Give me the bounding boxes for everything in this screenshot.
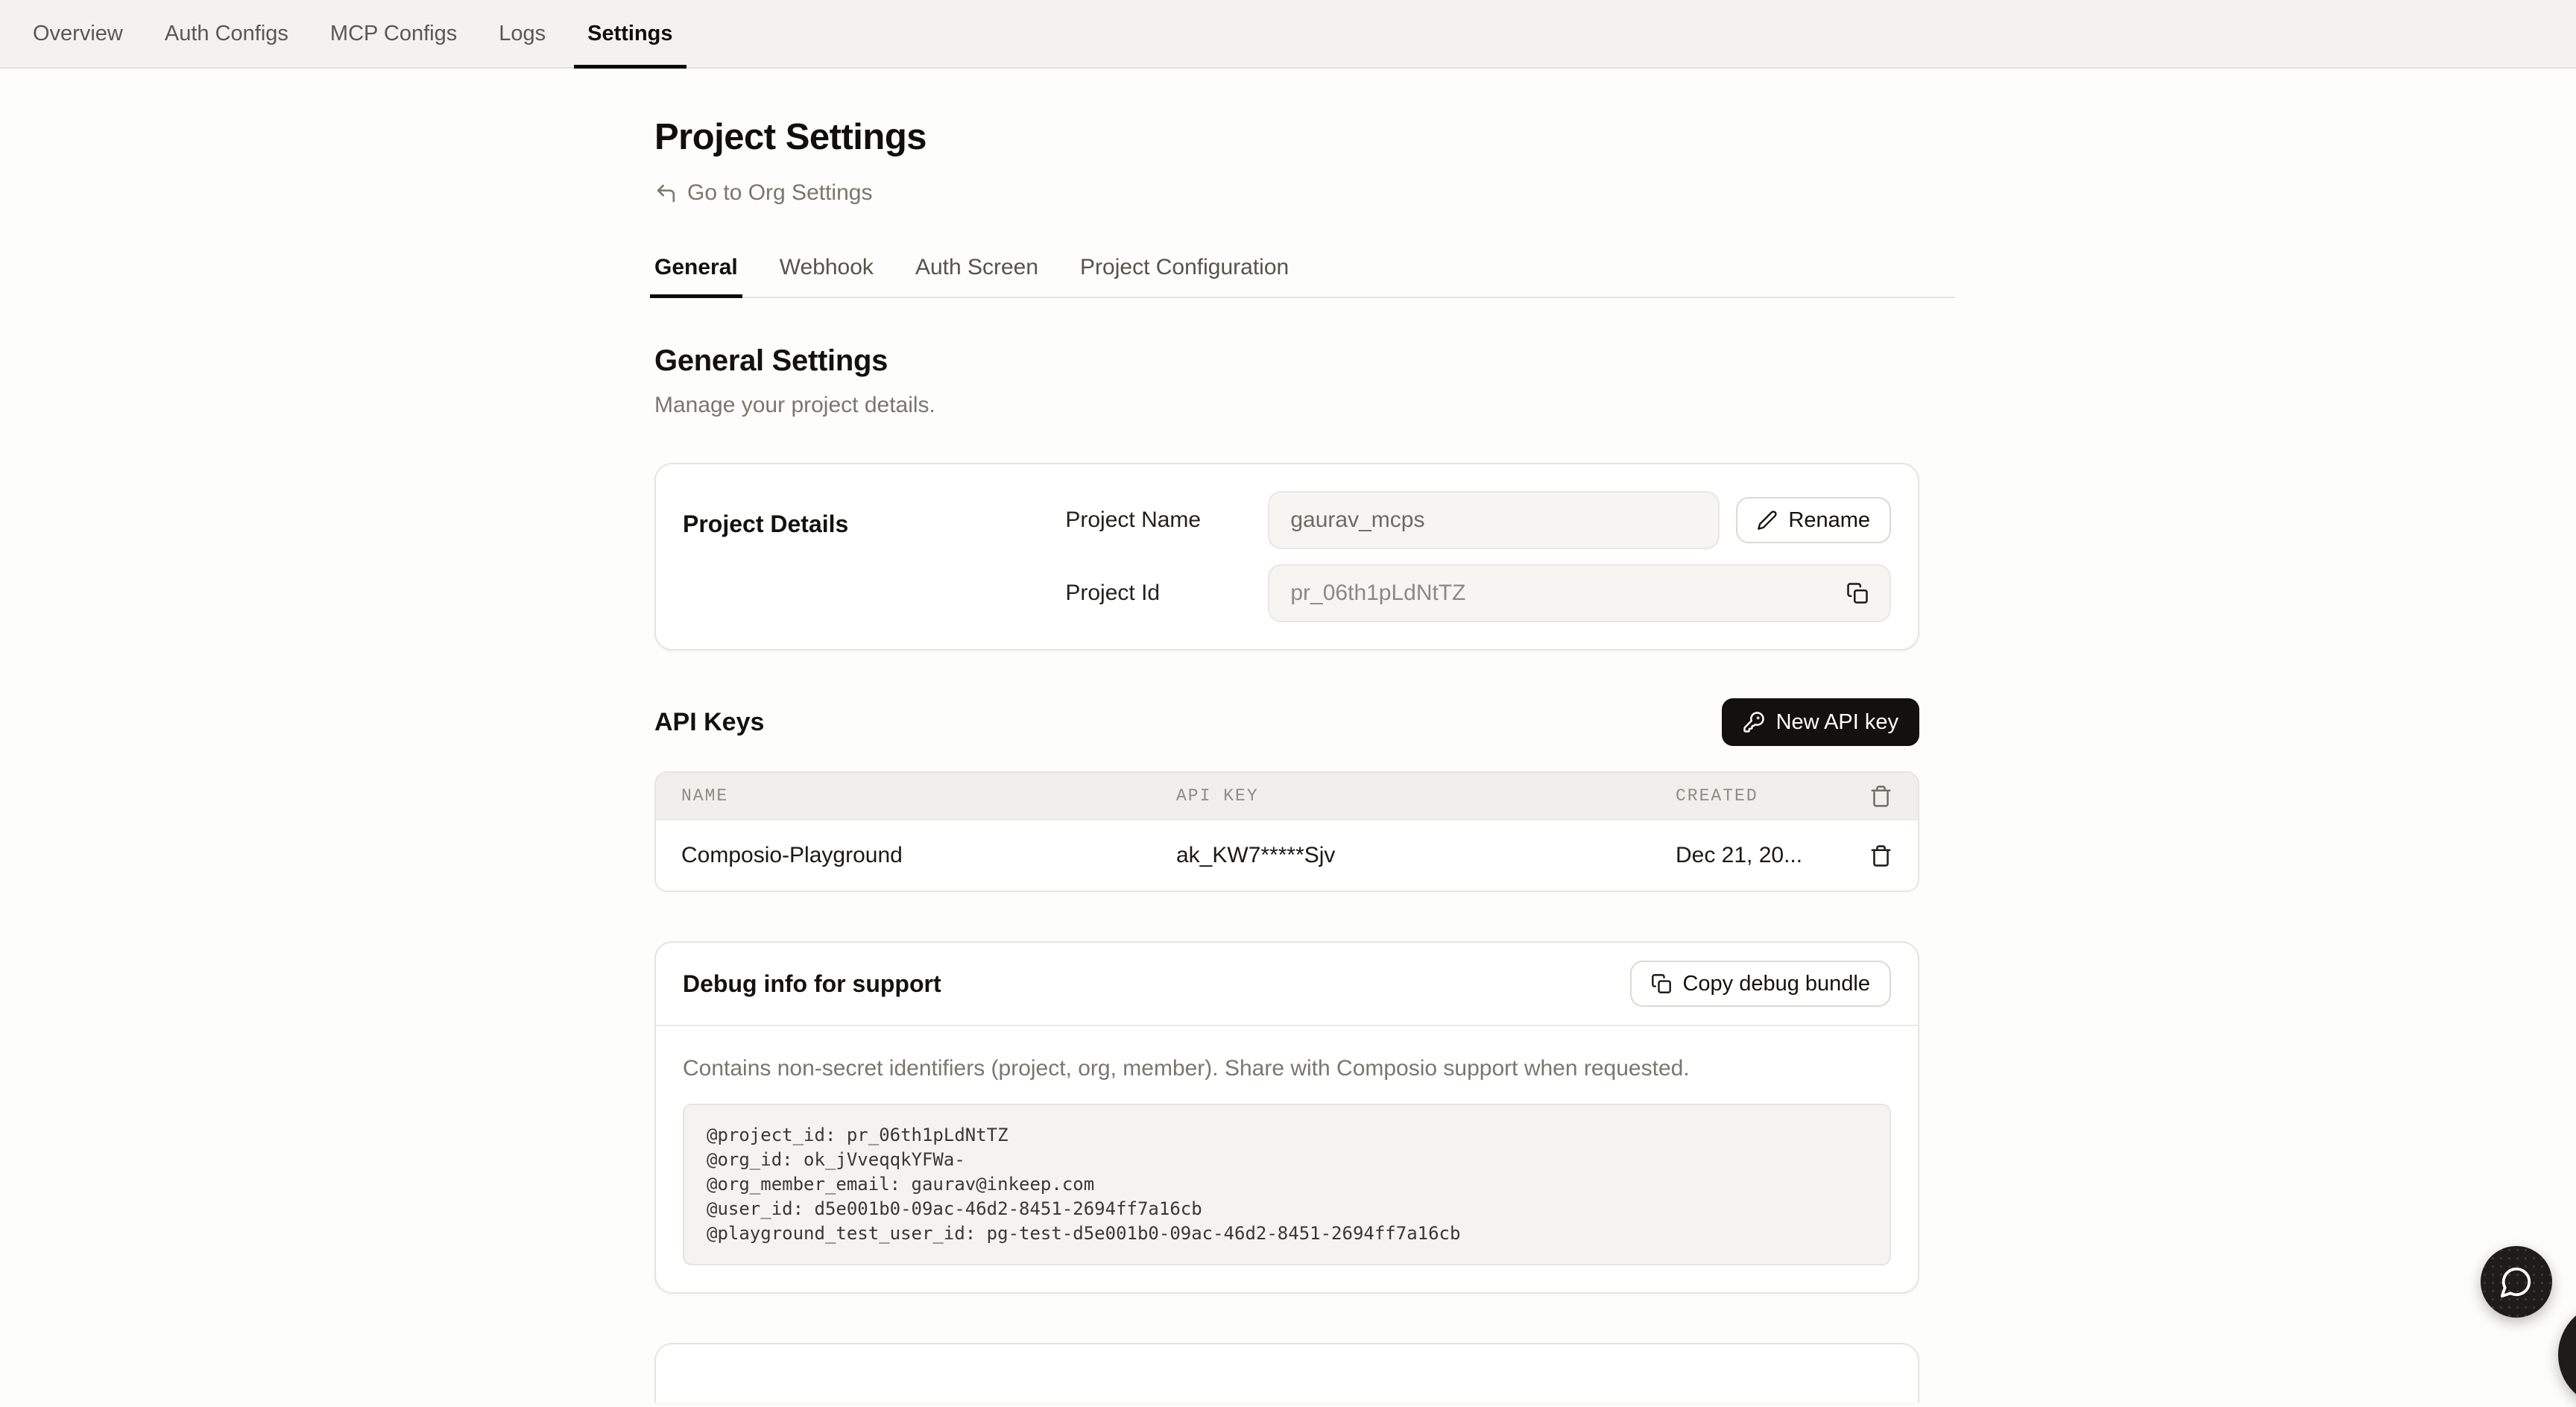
project-details-title: Project Details <box>683 491 1065 622</box>
api-keys-table: NAME API KEY CREATED Composio-Playground… <box>654 771 1919 892</box>
project-name-input[interactable] <box>1290 508 1697 533</box>
new-api-key-button[interactable]: New API key <box>1722 698 1919 746</box>
next-section-card-partial <box>654 1343 1919 1403</box>
nav-item-overview[interactable]: Overview <box>19 0 136 67</box>
api-keys-header: API Keys New API key <box>654 698 1919 746</box>
project-id-row: Project Id <box>1065 564 1891 622</box>
code-line: @project_id: pr_06th1pLdNtTZ <box>707 1123 1867 1148</box>
corner-up-left-icon <box>654 182 678 205</box>
delete-api-key-button[interactable] <box>1869 844 1892 867</box>
general-settings-subtitle: Manage your project details. <box>654 393 1955 418</box>
api-key-name-cell: Composio-Playground <box>681 843 1176 868</box>
project-top-nav: Overview Auth Configs MCP Configs Logs S… <box>0 0 2576 69</box>
debug-info-card: Debug info for support Copy debug bundle… <box>654 941 1919 1294</box>
project-name-label: Project Name <box>1065 508 1251 533</box>
nav-item-settings[interactable]: Settings <box>574 0 686 67</box>
code-line: @playground_test_user_id: pg-test-d5e001… <box>707 1221 1867 1246</box>
page-title: Project Settings <box>654 116 1955 158</box>
settings-tabs: General Webhook Auth Screen Project Conf… <box>654 255 1955 298</box>
col-header-api-key: API KEY <box>1176 786 1676 806</box>
back-link-label: Go to Org Settings <box>687 180 872 206</box>
col-header-name: NAME <box>681 786 1176 806</box>
rename-button-label: Rename <box>1788 508 1870 533</box>
code-line: @org_member_email: gaurav@inkeep.com <box>707 1172 1867 1197</box>
go-to-org-settings-link[interactable]: Go to Org Settings <box>654 180 1955 206</box>
copy-icon <box>1651 973 1672 994</box>
nav-item-logs[interactable]: Logs <box>485 0 559 67</box>
key-icon <box>1743 711 1765 733</box>
api-keys-table-header: NAME API KEY CREATED <box>656 773 1918 819</box>
debug-card-title: Debug info for support <box>683 970 941 998</box>
rename-button[interactable]: Rename <box>1736 497 1891 543</box>
copy-debug-bundle-button[interactable]: Copy debug bundle <box>1630 961 1891 1007</box>
project-details-fields: Project Name Rename Project Id <box>1065 491 1891 622</box>
api-key-value-cell: ak_KW7*****Sjv <box>1176 843 1676 868</box>
general-settings-heading: General Settings <box>654 344 1955 378</box>
tab-webhook[interactable]: Webhook <box>780 255 874 297</box>
chat-widget-button[interactable] <box>2481 1246 2552 1318</box>
copy-icon <box>1846 582 1869 604</box>
project-name-field-wrap <box>1268 491 1720 549</box>
pencil-icon <box>1757 510 1778 531</box>
corner-widget-button-partial[interactable] <box>2558 1303 2576 1407</box>
nav-item-mcp-configs[interactable]: MCP Configs <box>317 0 470 67</box>
new-api-key-label: New API key <box>1776 710 1898 735</box>
debug-card-body: Contains non-secret identifiers (project… <box>656 1026 1918 1292</box>
copy-project-id-button[interactable] <box>1846 582 1869 604</box>
col-header-created: CREATED <box>1676 786 1840 806</box>
debug-card-header: Debug info for support Copy debug bundle <box>656 943 1918 1026</box>
tab-auth-screen[interactable]: Auth Screen <box>915 255 1038 297</box>
table-row: Composio-Playground ak_KW7*****Sjv Dec 2… <box>656 819 1918 891</box>
code-line: @org_id: ok_jVveqqkYFWa- <box>707 1148 1867 1172</box>
project-details-card: Project Details Project Name Rename Proj… <box>654 463 1919 651</box>
project-name-row: Project Name Rename <box>1065 491 1891 549</box>
copy-debug-bundle-label: Copy debug bundle <box>1682 972 1870 996</box>
project-id-label: Project Id <box>1065 581 1251 606</box>
nav-item-auth-configs[interactable]: Auth Configs <box>151 0 302 67</box>
tab-project-configuration[interactable]: Project Configuration <box>1080 255 1289 297</box>
debug-bundle-code-block: @project_id: pr_06th1pLdNtTZ @org_id: ok… <box>683 1104 1891 1265</box>
project-id-input[interactable] <box>1290 581 1846 606</box>
trash-icon <box>1869 844 1892 867</box>
api-keys-heading: API Keys <box>654 708 764 737</box>
project-id-field-wrap <box>1268 564 1891 622</box>
code-line: @user_id: d5e001b0-09ac-46d2-8451-2694ff… <box>707 1197 1867 1221</box>
debug-description: Contains non-secret identifiers (project… <box>683 1056 1891 1081</box>
tab-general[interactable]: General <box>654 255 738 297</box>
header-trash-icon <box>1869 785 1892 808</box>
settings-page: Project Settings Go to Org Settings Gene… <box>654 116 1955 1403</box>
api-key-created-cell: Dec 21, 20... <box>1676 843 1840 868</box>
message-circle-icon <box>2499 1265 2534 1299</box>
